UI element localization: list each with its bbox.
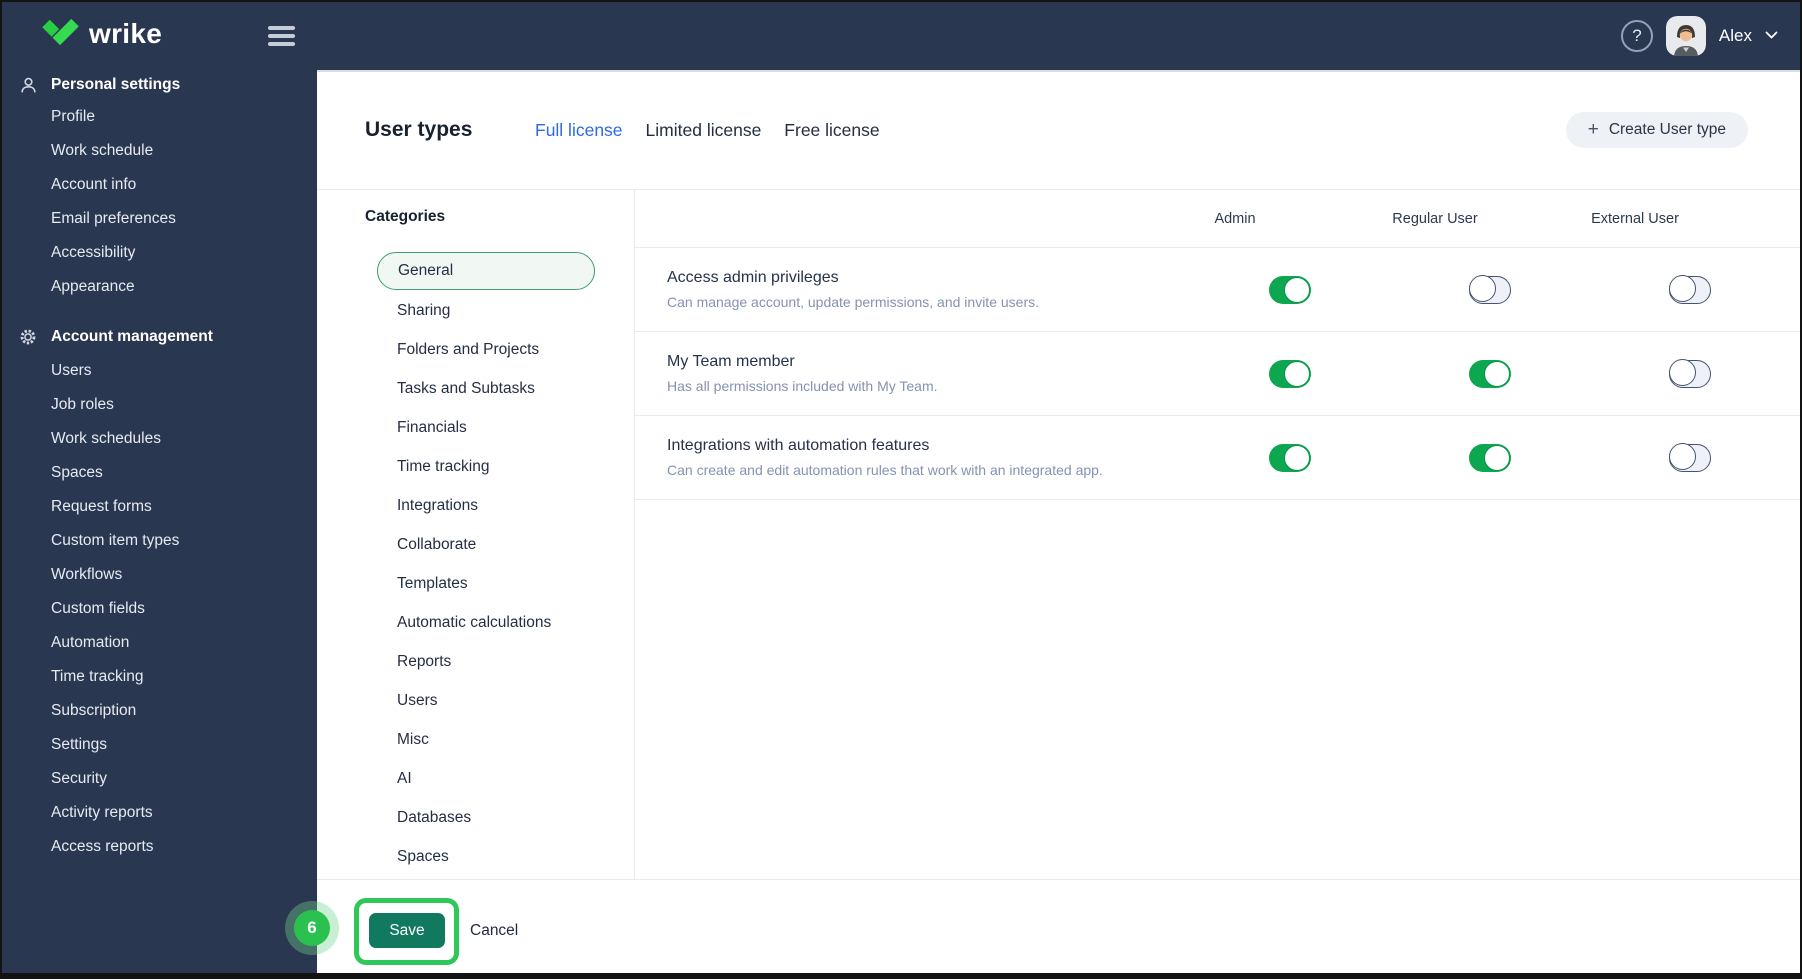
- sidebar-section-personal-settings[interactable]: Personal settings: [2, 70, 317, 100]
- wrike-logo[interactable]: wrike: [42, 16, 162, 51]
- plus-icon: +: [1587, 119, 1599, 140]
- toggle-admin[interactable]: [1269, 359, 1311, 388]
- category-item-time-tracking[interactable]: Time tracking: [317, 447, 634, 486]
- app-window: wrike ? Alex Personal settings Profile W…: [0, 0, 1802, 979]
- permissions-table-header: Admin Regular User External User: [635, 190, 1800, 248]
- sidebar-item-accessibility[interactable]: Accessibility: [2, 236, 317, 270]
- table-row: My Team member Has all permissions inclu…: [635, 332, 1800, 416]
- toggle-admin[interactable]: [1269, 443, 1311, 472]
- permission-description: Can create and edit automation rules tha…: [667, 462, 1103, 478]
- column-header-admin: Admin: [1214, 210, 1256, 227]
- category-item-integrations[interactable]: Integrations: [317, 486, 634, 525]
- footer-bar: Save Cancel: [317, 879, 1800, 973]
- sidebar-item-request-forms[interactable]: Request forms: [2, 490, 317, 524]
- create-user-type-label: Create User type: [1608, 121, 1726, 138]
- gear-icon: [18, 328, 38, 346]
- sidebar: Personal settings Profile Work schedule …: [2, 70, 317, 973]
- sidebar-item-time-tracking[interactable]: Time tracking: [2, 660, 317, 694]
- toggle-external-user[interactable]: [1669, 359, 1711, 388]
- permission-description: Can manage account, update permissions, …: [667, 294, 1039, 310]
- avatar[interactable]: [1665, 16, 1706, 56]
- sidebar-item-automation[interactable]: Automation: [2, 626, 317, 660]
- hamburger-menu-icon[interactable]: [268, 26, 295, 50]
- toggle-admin[interactable]: [1269, 275, 1311, 304]
- toggle-regular-user[interactable]: [1469, 275, 1511, 304]
- sidebar-item-email-preferences[interactable]: Email preferences: [2, 202, 317, 236]
- sidebar-item-workflows[interactable]: Workflows: [2, 558, 317, 592]
- sidebar-item-settings[interactable]: Settings: [2, 728, 317, 762]
- category-item-general[interactable]: General: [377, 252, 595, 290]
- category-item-sharing[interactable]: Sharing: [317, 291, 634, 330]
- table-row: Access admin privileges Can manage accou…: [635, 248, 1800, 332]
- category-item-automatic-calculations[interactable]: Automatic calculations: [317, 603, 634, 642]
- permission-description: Has all permissions included with My Tea…: [667, 378, 938, 394]
- tab-limited-license[interactable]: Limited license: [646, 120, 762, 141]
- permission-label: Integrations with automation features Ca…: [635, 437, 1190, 478]
- main-content: User types Full license Limited license …: [317, 70, 1800, 973]
- permission-title: Integrations with automation features: [667, 437, 930, 454]
- sidebar-item-job-roles[interactable]: Job roles: [2, 388, 317, 422]
- content: Categories General Sharing Folders and P…: [317, 190, 1800, 879]
- category-item-ai[interactable]: AI: [317, 759, 634, 798]
- sidebar-section-label: Account management: [51, 328, 213, 345]
- column-header-regular-user: Regular User: [1392, 210, 1478, 227]
- permission-label: My Team member Has all permissions inclu…: [635, 353, 1190, 394]
- top-bar: wrike ? Alex: [2, 2, 1800, 70]
- sidebar-item-spaces[interactable]: Spaces: [2, 456, 317, 490]
- toggle-regular-user[interactable]: [1469, 359, 1511, 388]
- toggle-regular-user[interactable]: [1469, 443, 1511, 472]
- sidebar-item-work-schedules[interactable]: Work schedules: [2, 422, 317, 456]
- sidebar-item-custom-item-types[interactable]: Custom item types: [2, 524, 317, 558]
- sidebar-item-account-info[interactable]: Account info: [2, 168, 317, 202]
- sidebar-item-security[interactable]: Security: [2, 762, 317, 796]
- toggle-external-user[interactable]: [1669, 275, 1711, 304]
- sidebar-item-activity-reports[interactable]: Activity reports: [2, 796, 317, 830]
- category-item-reports[interactable]: Reports: [317, 642, 634, 681]
- sidebar-item-custom-fields[interactable]: Custom fields: [2, 592, 317, 626]
- sidebar-item-access-reports[interactable]: Access reports: [2, 830, 317, 864]
- main-header: User types Full license Limited license …: [317, 72, 1800, 190]
- permission-title: Access admin privileges: [667, 269, 839, 286]
- sidebar-item-users[interactable]: Users: [2, 354, 317, 388]
- category-item-collaborate[interactable]: Collaborate: [317, 525, 634, 564]
- sidebar-item-work-schedule[interactable]: Work schedule: [2, 134, 317, 168]
- wrike-checkmark-icon: [42, 16, 80, 51]
- permission-title: My Team member: [667, 353, 795, 370]
- permission-label: Access admin privileges Can manage accou…: [635, 269, 1190, 310]
- sidebar-section-account-management[interactable]: Account management: [2, 320, 317, 354]
- category-item-financials[interactable]: Financials: [317, 408, 634, 447]
- sidebar-item-profile[interactable]: Profile: [2, 100, 317, 134]
- license-tabs: Full license Limited license Free licens…: [535, 120, 880, 141]
- table-row: Integrations with automation features Ca…: [635, 416, 1800, 500]
- wrike-wordmark: wrike: [89, 17, 163, 49]
- column-header-external-user: External User: [1591, 210, 1679, 227]
- category-item-folders-and-projects[interactable]: Folders and Projects: [317, 330, 634, 369]
- category-item-misc[interactable]: Misc: [317, 720, 634, 759]
- user-name[interactable]: Alex: [1719, 26, 1752, 46]
- chevron-down-icon[interactable]: [1765, 27, 1778, 45]
- toggle-external-user[interactable]: [1669, 443, 1711, 472]
- categories-list: General Sharing Folders and Projects Tas…: [317, 252, 634, 876]
- annotation-step-badge: 6: [294, 910, 330, 946]
- cancel-button[interactable]: Cancel: [470, 913, 518, 948]
- category-item-tasks-and-subtasks[interactable]: Tasks and Subtasks: [317, 369, 634, 408]
- category-item-databases[interactable]: Databases: [317, 798, 634, 837]
- help-icon[interactable]: ?: [1620, 20, 1653, 52]
- category-item-templates[interactable]: Templates: [317, 564, 634, 603]
- categories-heading: Categories: [365, 208, 446, 225]
- sidebar-section-label: Personal settings: [51, 76, 181, 93]
- categories-panel: Categories General Sharing Folders and P…: [317, 190, 635, 879]
- tab-free-license[interactable]: Free license: [784, 120, 879, 141]
- permissions-table: Admin Regular User External User Access …: [635, 190, 1800, 879]
- topbar-right: ? Alex: [1620, 2, 1778, 70]
- save-button[interactable]: Save: [369, 913, 445, 948]
- create-user-type-button[interactable]: + Create User type: [1565, 112, 1748, 148]
- sidebar-item-appearance[interactable]: Appearance: [2, 270, 317, 304]
- category-item-users[interactable]: Users: [317, 681, 634, 720]
- tab-full-license[interactable]: Full license: [535, 120, 623, 141]
- sidebar-item-subscription[interactable]: Subscription: [2, 694, 317, 728]
- category-item-spaces[interactable]: Spaces: [317, 837, 634, 876]
- page-title: User types: [365, 118, 473, 141]
- person-icon: [18, 77, 38, 94]
